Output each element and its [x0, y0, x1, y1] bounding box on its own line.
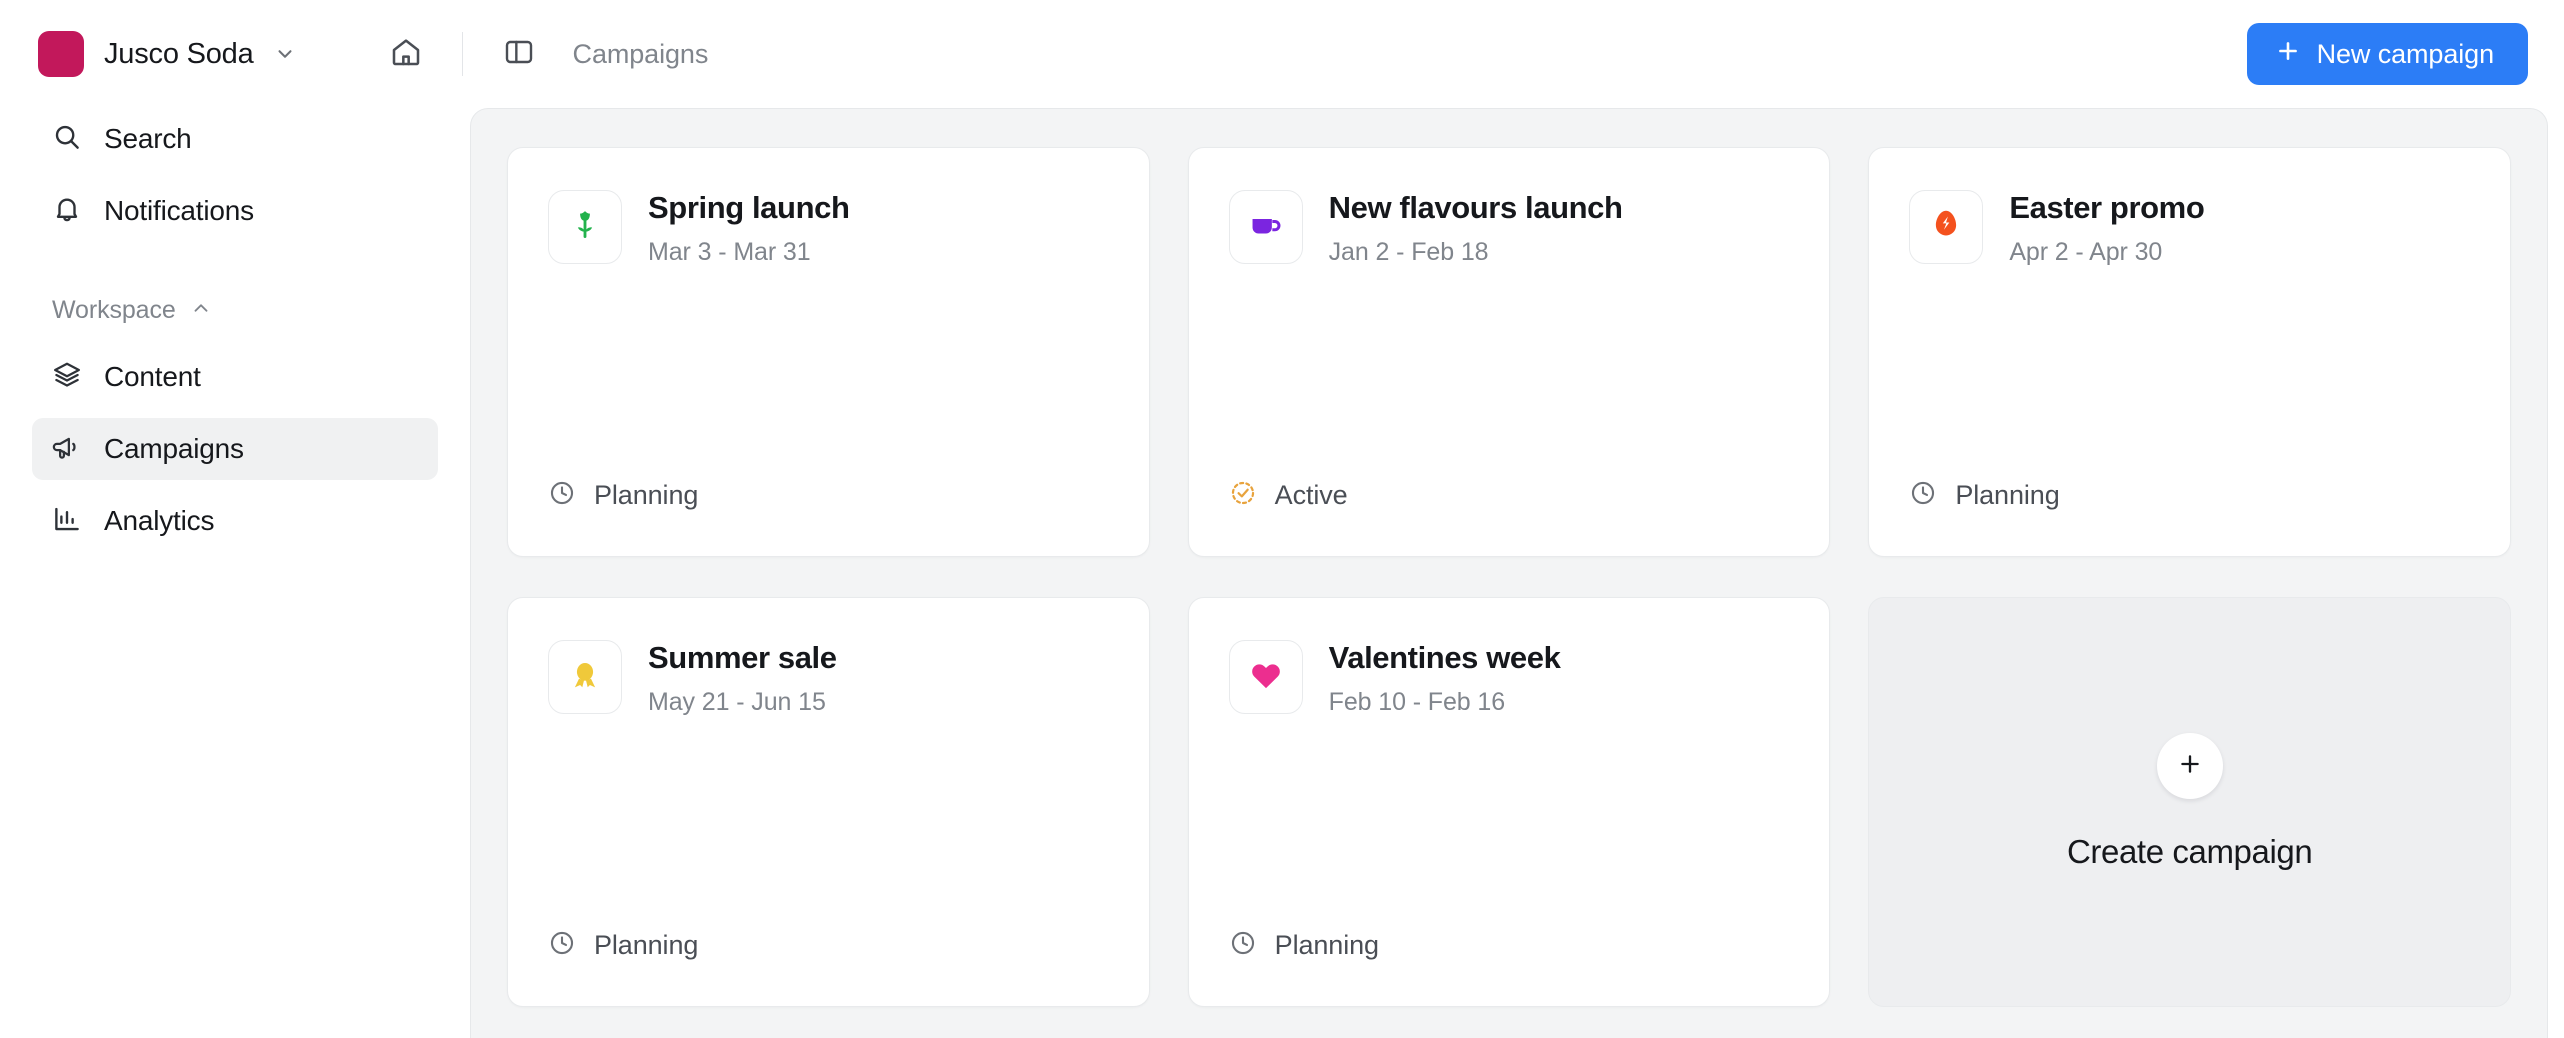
campaign-card[interactable]: Easter promo Apr 2 - Apr 30 Planning: [1868, 147, 2511, 557]
card-text: Easter promo Apr 2 - Apr 30: [2009, 190, 2204, 267]
workspace-name: Jusco Soda: [104, 37, 254, 70]
campaign-icon-tile: [548, 640, 622, 714]
sidebar-section-label: Workspace: [52, 295, 176, 324]
card-footer: Planning: [1229, 929, 1790, 1006]
bell-icon: [52, 194, 82, 229]
sidebar-toggle-button[interactable]: [493, 28, 545, 80]
card-header: Easter promo Apr 2 - Apr 30: [1909, 190, 2470, 267]
sidebar-item-label: Search: [104, 123, 192, 154]
toolbar-divider: [461, 32, 463, 76]
clock-icon: [548, 479, 576, 512]
sidebar-item-content[interactable]: Content: [32, 346, 438, 408]
medal-icon: [566, 656, 604, 699]
check-dashed-circle-icon: [1229, 479, 1257, 512]
card-text: New flavours launch Jan 2 - Feb 18: [1329, 190, 1623, 267]
sidebar-item-label: Analytics: [104, 505, 215, 536]
card-header: Summer sale May 21 - Jun 15: [548, 640, 1109, 717]
campaign-card[interactable]: Summer sale May 21 - Jun 15 Planning: [507, 597, 1150, 1007]
campaign-icon-tile: [1909, 190, 1984, 264]
sidebar-item-notifications[interactable]: Notifications: [32, 180, 438, 242]
campaign-grid: Spring launch Mar 3 - Mar 31 Planning Ne…: [507, 147, 2511, 1007]
campaign-icon-tile: [1228, 640, 1303, 714]
sidebar-item-label: Notifications: [104, 195, 254, 226]
sidebar-item-search[interactable]: Search: [32, 108, 438, 170]
clock-icon: [548, 929, 576, 962]
egg-icon: [1927, 206, 1965, 249]
campaign-dates: Jan 2 - Feb 18: [1328, 237, 1489, 266]
campaign-dates: May 21 - Jun 15: [648, 687, 826, 716]
status-badge: Planning: [594, 480, 699, 510]
campaigns-panel: Spring launch Mar 3 - Mar 31 Planning Ne…: [470, 108, 2548, 1038]
campaign-title: Valentines week: [1328, 640, 1561, 675]
plus-icon: [2275, 38, 2301, 71]
top-bar: Jusco Soda Campaigns New campaign: [0, 0, 2564, 108]
sidebar-section-workspace[interactable]: Workspace: [32, 286, 438, 334]
campaign-icon-tile: [1228, 190, 1303, 264]
bar-chart-icon: [52, 504, 82, 539]
create-campaign-label: Create campaign: [2067, 833, 2313, 870]
sidebar-item-campaigns[interactable]: Campaigns: [32, 418, 438, 480]
card-footer: Planning: [548, 479, 1109, 556]
card-header: Spring launch Mar 3 - Mar 31: [548, 190, 1109, 267]
campaign-title: Summer sale: [648, 640, 837, 675]
home-icon: [390, 36, 422, 73]
content-area: Spring launch Mar 3 - Mar 31 Planning Ne…: [470, 108, 2564, 1038]
card-header: New flavours launch Jan 2 - Feb 18: [1228, 190, 1790, 267]
campaign-title: Easter promo: [2009, 190, 2205, 225]
layers-icon: [52, 360, 82, 395]
campaign-title: New flavours launch: [1328, 190, 1623, 225]
sidebar: Search Notifications Workspace Content C…: [0, 108, 470, 1038]
campaign-card[interactable]: Spring launch Mar 3 - Mar 31 Planning: [507, 147, 1150, 557]
status-badge: Planning: [1955, 480, 2060, 510]
search-icon: [52, 122, 82, 157]
card-text: Summer sale May 21 - Jun 15: [648, 640, 837, 717]
breadcrumb[interactable]: Campaigns: [573, 39, 709, 70]
workspace-logo: [38, 31, 84, 77]
tulip-icon: [566, 206, 604, 249]
sidebar-item-label: Content: [104, 361, 201, 392]
workspace-switcher[interactable]: Jusco Soda: [34, 23, 306, 85]
sidebar-item-analytics[interactable]: Analytics: [32, 490, 438, 552]
new-campaign-label: New campaign: [2316, 38, 2494, 69]
status-badge: Planning: [594, 930, 699, 960]
status-badge: Active: [1274, 480, 1348, 510]
home-button[interactable]: [380, 28, 432, 80]
body: Search Notifications Workspace Content C…: [0, 108, 2564, 1038]
clock-icon: [1229, 929, 1257, 962]
card-footer: Active: [1229, 479, 1790, 556]
card-text: Spring launch Mar 3 - Mar 31: [648, 190, 850, 267]
megaphone-icon: [52, 432, 82, 467]
campaign-dates: Mar 3 - Mar 31: [648, 237, 811, 266]
new-campaign-button[interactable]: New campaign: [2246, 23, 2528, 85]
heart-icon: [1247, 656, 1285, 699]
campaign-title: Spring launch: [648, 190, 850, 225]
panel-left-icon: [503, 36, 535, 73]
chevron-down-icon: [274, 43, 296, 65]
campaign-card[interactable]: Valentines week Feb 10 - Feb 16 Planning: [1187, 597, 1831, 1007]
create-campaign-plus-button[interactable]: [2156, 733, 2223, 799]
campaign-dates: Feb 10 - Feb 16: [1328, 687, 1506, 716]
app-root: Jusco Soda Campaigns New campaign Search…: [0, 0, 2564, 1038]
mug-icon: [1247, 206, 1285, 249]
sidebar-item-label: Campaigns: [104, 433, 244, 464]
card-text: Valentines week Feb 10 - Feb 16: [1329, 640, 1561, 717]
campaign-dates: Apr 2 - Apr 30: [2009, 237, 2163, 266]
campaign-card[interactable]: New flavours launch Jan 2 - Feb 18 Activ…: [1187, 147, 1831, 557]
status-badge: Planning: [1274, 930, 1379, 960]
card-header: Valentines week Feb 10 - Feb 16: [1228, 640, 1790, 717]
card-footer: Planning: [1909, 479, 2470, 556]
card-footer: Planning: [548, 929, 1109, 1006]
create-campaign-tile[interactable]: Create campaign: [1868, 597, 2511, 1007]
campaign-icon-tile: [548, 190, 622, 264]
plus-icon: [2176, 750, 2204, 783]
chevron-up-icon: [190, 297, 212, 324]
clock-icon: [1909, 479, 1937, 512]
